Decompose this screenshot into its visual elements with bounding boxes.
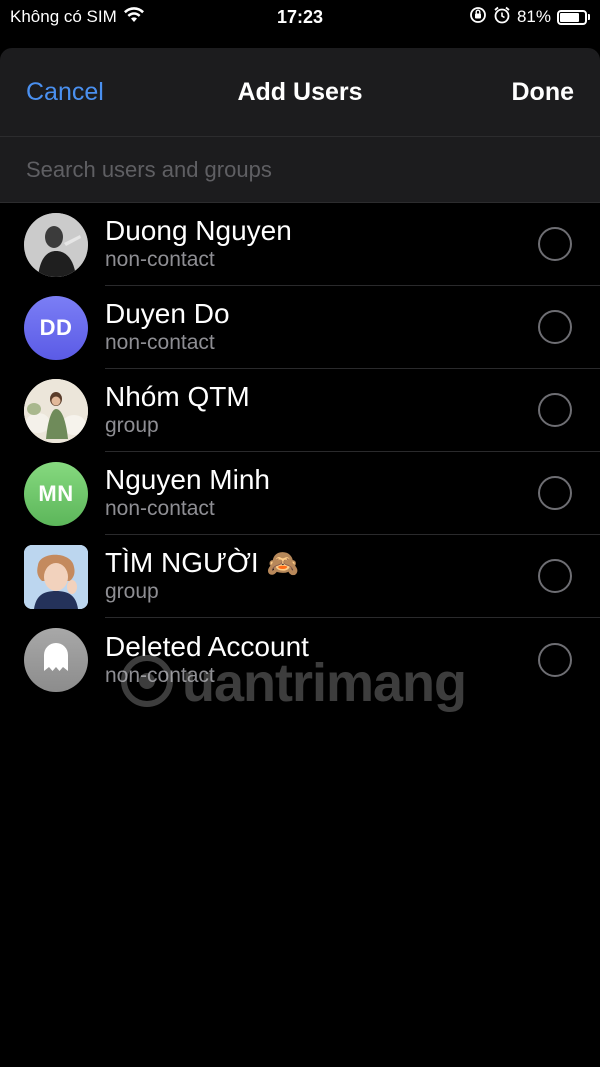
cancel-button[interactable]: Cancel bbox=[26, 78, 104, 107]
user-subtitle: group bbox=[105, 414, 159, 437]
avatar: DD bbox=[24, 295, 88, 360]
ghost-icon bbox=[41, 641, 71, 678]
user-name: Deleted Account bbox=[105, 630, 309, 662]
avatar bbox=[24, 544, 88, 609]
user-name: Duong Nguyen bbox=[105, 215, 292, 246]
user-name: Nhóm QTM bbox=[105, 381, 250, 412]
avatar bbox=[24, 378, 88, 443]
user-text: Nhóm QTM group bbox=[105, 369, 600, 452]
done-button[interactable]: Done bbox=[512, 78, 575, 107]
user-subtitle: group bbox=[105, 580, 159, 603]
list-item[interactable]: MN Nguyen Minh non-contact bbox=[0, 452, 600, 535]
status-left: Không có SIM bbox=[10, 6, 145, 28]
status-bar: Không có SIM 17:23 81% bbox=[0, 0, 600, 34]
user-name-wrap: TÌM NGƯỜI 🙈 bbox=[105, 547, 600, 579]
user-subtitle: non-contact bbox=[105, 248, 215, 271]
user-text: TÌM NGƯỜI 🙈 group bbox=[105, 535, 600, 618]
search-bar bbox=[0, 137, 600, 203]
list-item[interactable]: Duong Nguyen non-contact bbox=[0, 203, 600, 286]
avatar-initials: DD bbox=[39, 314, 73, 340]
list-item[interactable]: TÌM NGƯỜI 🙈 group bbox=[0, 535, 600, 618]
user-subtitle: non-contact bbox=[105, 331, 215, 354]
orientation-lock-icon bbox=[469, 6, 487, 29]
avatar-initials: MN bbox=[38, 480, 74, 506]
battery-percent: 81% bbox=[516, 7, 551, 26]
user-text: Duyen Do non-contact bbox=[105, 286, 600, 369]
user-subtitle: non-contact bbox=[105, 497, 215, 520]
select-circle-icon[interactable] bbox=[538, 559, 572, 593]
alarm-icon bbox=[493, 6, 511, 29]
status-right: 81% bbox=[469, 6, 590, 29]
avatar bbox=[24, 627, 88, 692]
user-subtitle: non-contact bbox=[105, 663, 215, 687]
user-name: TÌM NGƯỜI bbox=[105, 547, 259, 578]
select-circle-icon[interactable] bbox=[538, 393, 572, 427]
nav-bar: Cancel Add Users Done bbox=[0, 48, 600, 137]
search-input[interactable] bbox=[26, 156, 574, 183]
select-circle-icon[interactable] bbox=[538, 310, 572, 344]
select-circle-icon[interactable] bbox=[538, 642, 572, 677]
see-no-evil-monkey-icon: 🙈 bbox=[266, 548, 299, 578]
battery-icon bbox=[557, 9, 590, 25]
user-list: Duong Nguyen non-contact DD Duyen Do non… bbox=[0, 203, 600, 701]
avatar: MN bbox=[24, 461, 88, 526]
user-name: Duyen Do bbox=[105, 298, 230, 329]
carrier-label: Không có SIM bbox=[10, 7, 117, 26]
user-text: Deleted Account non-contact bbox=[105, 618, 600, 701]
list-item[interactable]: DD Duyen Do non-contact bbox=[0, 286, 600, 369]
select-circle-icon[interactable] bbox=[538, 227, 572, 261]
list-item[interactable]: Deleted Account non-contact bbox=[0, 618, 600, 701]
add-users-sheet: Cancel Add Users Done Duong Nguyen non-c… bbox=[0, 48, 600, 1067]
avatar bbox=[24, 212, 88, 277]
user-text: Nguyen Minh non-contact bbox=[105, 452, 600, 535]
user-name: Nguyen Minh bbox=[105, 464, 270, 495]
wifi-icon bbox=[123, 6, 145, 28]
user-text: Duong Nguyen non-contact bbox=[105, 203, 600, 286]
select-circle-icon[interactable] bbox=[538, 476, 572, 510]
list-item[interactable]: Nhóm QTM group bbox=[0, 369, 600, 452]
